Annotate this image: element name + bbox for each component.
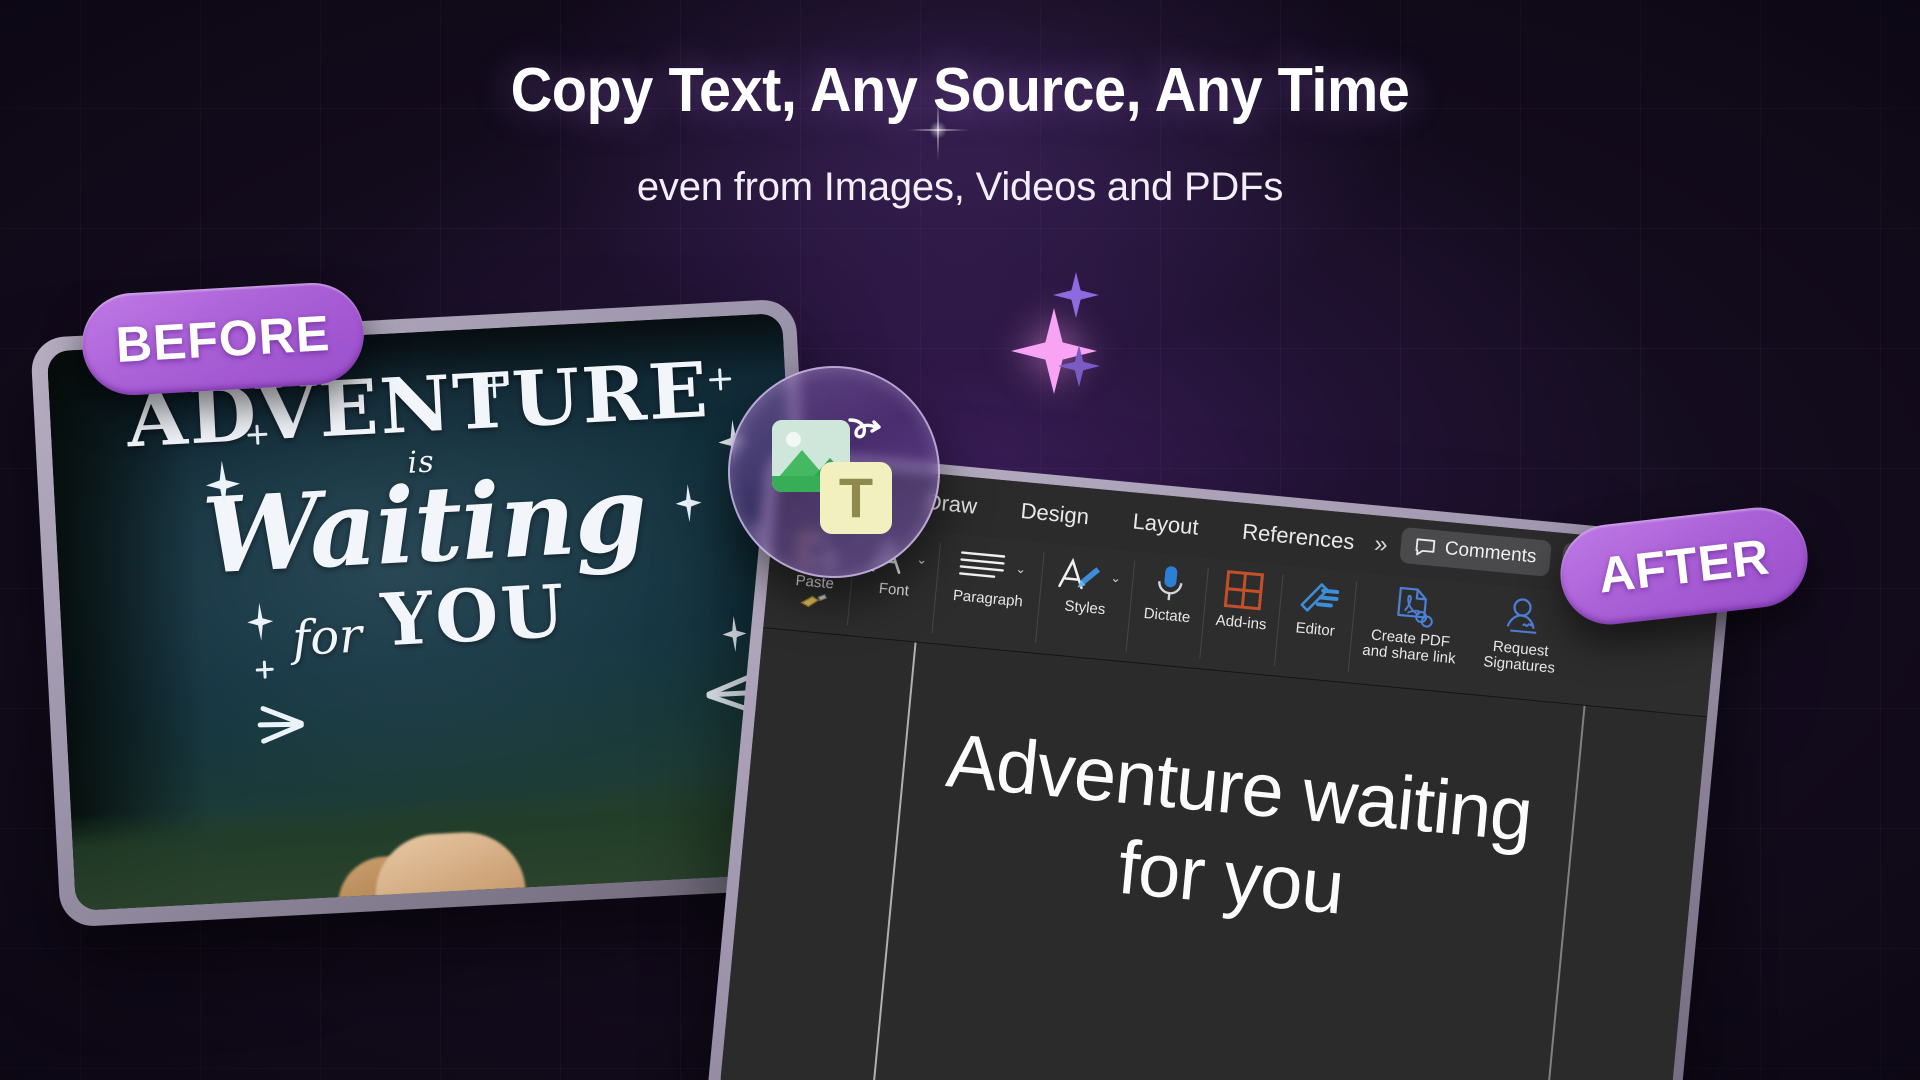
document-left-margin-rule: [870, 642, 917, 1080]
comments-button[interactable]: Comments: [1399, 526, 1552, 577]
font-chevron-down-icon[interactable]: ⌄: [916, 551, 928, 568]
addins-grid-icon: [1221, 565, 1267, 615]
poster-canvas: Copy Text, Any Source, Any Time even fro…: [0, 0, 1920, 1080]
font-label: Font: [878, 579, 910, 600]
tablet-screen: ADVENTURE is Waiting for YOU: [46, 313, 812, 911]
text-T-icon: T: [820, 462, 892, 534]
tab-design[interactable]: Design: [1020, 498, 1091, 530]
poster-cross-e-icon: [255, 660, 274, 679]
ribbon-group-paragraph[interactable]: ⌄ Paragraph: [931, 533, 1045, 653]
comments-label: Comments: [1443, 537, 1538, 568]
poster-sparkle-c-icon: [675, 484, 703, 523]
ribbon-overflow-chevron-icon[interactable]: »: [1373, 530, 1385, 559]
poster-line-you: YOU: [378, 567, 570, 663]
document-body-text[interactable]: Adventure waiting for you: [909, 714, 1561, 953]
editor-label: Editor: [1294, 619, 1336, 640]
paragraph-chevron-down-icon[interactable]: ⌄: [1015, 561, 1027, 578]
sparkle-small-lower-icon: [1058, 345, 1100, 387]
microphone-icon: [1151, 559, 1189, 608]
ribbon-group-dictate[interactable]: Dictate: [1126, 551, 1210, 668]
ribbon-group-request-signatures[interactable]: Request Signatures: [1464, 583, 1578, 703]
signature-person-icon: [1500, 592, 1548, 642]
poster-rays-left-icon: [257, 705, 309, 745]
page-title: Copy Text, Any Source, Any Time: [510, 56, 1410, 125]
paragraph-lines-icon: ⌄: [953, 540, 1028, 592]
styles-label: Styles: [1063, 597, 1107, 619]
request-signatures-label: Request Signatures: [1482, 637, 1556, 677]
ribbon-group-addins[interactable]: Add-ins: [1199, 558, 1284, 676]
poster-sparkle-e-icon: [722, 615, 748, 652]
poster-cross-a-icon: [481, 372, 508, 399]
comment-bubble-icon: [1415, 537, 1436, 555]
dictate-label: Dictate: [1142, 604, 1192, 627]
poster-sparkle-a-icon: [205, 460, 241, 510]
tab-references[interactable]: References: [1241, 519, 1355, 555]
styles-chevron-down-icon[interactable]: ⌄: [1110, 570, 1122, 587]
before-badge: BEFORE: [79, 280, 367, 398]
pdf-link-icon: [1389, 581, 1437, 631]
format-painter-icon: [800, 593, 828, 607]
editor-pen-icon: [1294, 572, 1342, 622]
poster-sparkle-d-icon: [246, 602, 274, 641]
poster-cross-b-icon: [709, 368, 732, 391]
page-subtitle: even from Images, Videos and PDFs: [636, 165, 1284, 209]
create-pdf-label: Create PDF and share link: [1361, 626, 1457, 668]
ribbon-group-styles[interactable]: ⌄ Styles: [1035, 542, 1136, 661]
chalkboard-poster-image: ADVENTURE is Waiting for YOU: [46, 313, 812, 911]
poster-rays-right-icon: [701, 674, 753, 713]
poster-cross-c-icon: [247, 424, 268, 445]
image-to-text-badge: T: [728, 366, 940, 578]
addins-label: Add-ins: [1214, 611, 1268, 634]
ribbon-group-create-pdf[interactable]: Create PDF and share link: [1347, 572, 1474, 694]
styles-brush-icon: ⌄: [1053, 549, 1124, 601]
curved-arrow-icon: [848, 418, 881, 439]
tab-layout[interactable]: Layout: [1132, 509, 1200, 541]
ribbon-group-editor[interactable]: Editor: [1274, 565, 1358, 682]
poster-line-for: for: [290, 607, 364, 667]
